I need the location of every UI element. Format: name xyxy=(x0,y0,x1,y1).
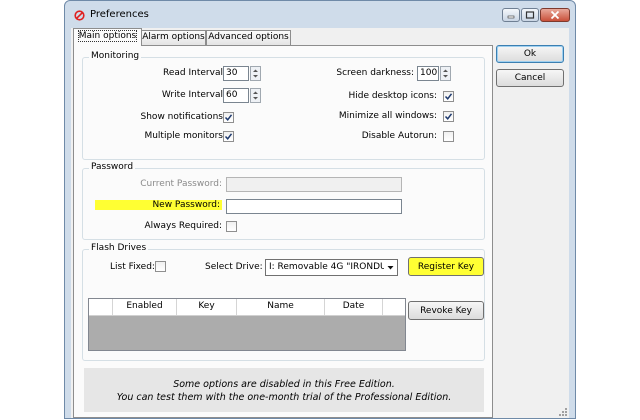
read-interval-input[interactable]: 30 xyxy=(223,66,249,81)
disable-autorun-checkbox[interactable] xyxy=(443,131,454,142)
tab-label: Alarm options xyxy=(142,32,205,42)
hide-desktop-icons-checkbox[interactable] xyxy=(443,91,454,102)
spin-arrows-icon xyxy=(253,91,258,100)
read-interval-spinner[interactable] xyxy=(250,66,261,81)
checkmark-icon xyxy=(224,133,233,140)
main-options-panel: Monitoring Read Interval: 30 Write Inter… xyxy=(73,45,493,418)
notice-line-1: Some options are disabled in this Free E… xyxy=(173,379,395,390)
list-fixed-checkbox[interactable] xyxy=(155,261,166,272)
checkmark-icon xyxy=(224,114,233,121)
ok-button[interactable]: Ok xyxy=(496,45,564,63)
flash-drives-group: Flash Drives List Fixed: Select Drive: I… xyxy=(82,243,485,361)
screen-darkness-spinner[interactable] xyxy=(440,66,451,81)
tab-advanced-options[interactable]: Advanced options xyxy=(206,30,291,45)
chevron-down-icon xyxy=(384,260,397,275)
password-legend: Password xyxy=(89,162,136,172)
minimize-button[interactable] xyxy=(502,8,520,22)
always-required-label: Always Required: xyxy=(144,221,223,231)
select-drive-label: Select Drive: xyxy=(205,262,263,272)
column-header-key[interactable]: Key xyxy=(177,299,237,315)
flash-drives-legend: Flash Drives xyxy=(89,243,149,253)
checkmark-icon xyxy=(444,113,453,120)
minimize-icon xyxy=(507,15,515,19)
close-button[interactable] xyxy=(540,8,570,22)
tab-label: Main options xyxy=(77,30,138,42)
show-notifications-checkbox[interactable] xyxy=(223,112,234,123)
notice-line-2: You can test them with the one-month tri… xyxy=(116,392,452,403)
cancel-button[interactable]: Cancel xyxy=(496,69,564,87)
minimize-all-windows-checkbox[interactable] xyxy=(443,111,454,122)
monitoring-group: Monitoring Read Interval: 30 Write Inter… xyxy=(82,51,485,160)
multiple-monitors-checkbox[interactable] xyxy=(223,131,234,142)
spin-arrows-icon xyxy=(253,69,258,78)
multiple-monitors-label: Multiple monitors: xyxy=(144,131,226,141)
password-group: Password Current Password: New Password:… xyxy=(82,162,485,240)
screen-darkness-label: Screen darkness: xyxy=(336,68,414,78)
table-row-header-corner xyxy=(89,299,113,315)
write-interval-input[interactable]: 60 xyxy=(223,88,249,103)
close-icon xyxy=(550,10,560,20)
title-bar[interactable]: Preferences xyxy=(65,1,575,31)
tab-strip: Main options Alarm options Advanced opti… xyxy=(71,28,371,46)
select-drive-dropdown[interactable]: I: Removable 4G "IRONDU xyxy=(265,259,398,276)
column-header-name[interactable]: Name xyxy=(237,299,325,315)
revoke-key-button[interactable]: Revoke Key xyxy=(408,301,484,320)
write-interval-spinner[interactable] xyxy=(250,88,261,103)
register-key-button[interactable]: Register Key xyxy=(408,257,484,276)
maximize-icon xyxy=(525,11,535,19)
new-password-input[interactable] xyxy=(226,199,402,214)
write-interval-label: Write Interval: xyxy=(161,90,226,100)
tab-alarm-options[interactable]: Alarm options xyxy=(141,30,206,45)
disable-autorun-label: Disable Autorun: xyxy=(361,131,437,141)
always-required-checkbox[interactable] xyxy=(226,221,237,232)
spin-arrows-icon xyxy=(443,69,448,78)
screen-darkness-input[interactable]: 100 xyxy=(417,66,439,81)
minimize-all-windows-label: Minimize all windows: xyxy=(338,111,437,121)
hide-desktop-icons-label: Hide desktop icons: xyxy=(348,91,437,101)
column-header-enabled[interactable]: Enabled xyxy=(113,299,177,315)
current-password-input[interactable] xyxy=(226,177,402,192)
monitoring-legend: Monitoring xyxy=(89,51,142,61)
current-password-label: Current Password: xyxy=(140,179,222,189)
dialog-client-area: Main options Alarm options Advanced opti… xyxy=(71,28,569,418)
show-notifications-label: Show notifications: xyxy=(140,112,226,122)
checkmark-icon xyxy=(444,93,453,100)
read-interval-label: Read Interval: xyxy=(163,68,226,78)
new-password-label: New Password: xyxy=(95,200,222,210)
tab-main-options[interactable]: Main options xyxy=(73,28,142,46)
tab-label: Advanced options xyxy=(208,32,289,42)
select-drive-value: I: Removable 4G "IRONDU xyxy=(269,262,387,272)
maximize-button[interactable] xyxy=(521,8,539,22)
preferences-window: Preferences Main options Alarm options A… xyxy=(64,0,576,419)
column-header-date[interactable]: Date xyxy=(325,299,383,315)
list-fixed-label: List Fixed: xyxy=(110,262,155,272)
table-header-row: Enabled Key Name Date xyxy=(89,299,405,316)
free-edition-notice: Some options are disabled in this Free E… xyxy=(84,368,484,412)
no-entry-icon xyxy=(74,10,85,21)
resize-grip-icon[interactable] xyxy=(558,407,568,417)
drive-keys-table[interactable]: Enabled Key Name Date xyxy=(88,298,406,351)
window-title: Preferences xyxy=(90,9,149,20)
